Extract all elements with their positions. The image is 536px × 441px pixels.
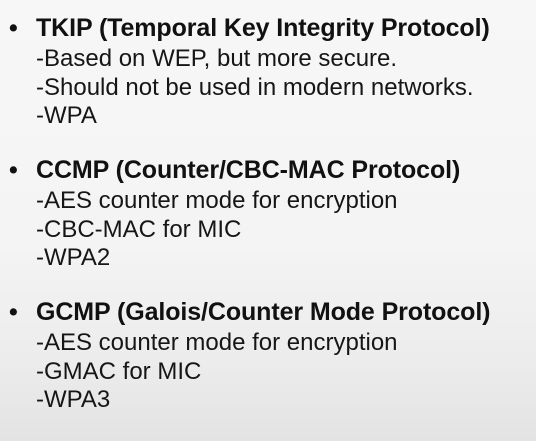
slide: • TKIP (Temporal Key Integrity Protocol)… <box>0 0 536 441</box>
detail-list: -AES counter mode for encryption -GMAC f… <box>36 329 398 415</box>
detail-list: -Based on WEP, but more secure. -Should … <box>36 45 474 131</box>
list-item: -WPA2 <box>36 244 111 271</box>
section-heading: GCMP (Galois/Counter Mode Protocol) <box>36 298 491 326</box>
list-item: -GMAC for MIC <box>36 357 202 385</box>
detail-list: -AES counter mode for encryption -CBC-MA… <box>36 187 398 273</box>
list-item: -AES counter mode for encryption <box>36 329 398 356</box>
section-heading: CCMP (Counter/CBC-MAC Protocol) <box>36 156 461 184</box>
list-item: -Should not be used in modern networks. <box>36 73 474 101</box>
bullet-icon: • <box>9 298 18 326</box>
bullet-icon: • <box>9 156 18 184</box>
list-item: -Based on WEP, but more secure. <box>36 45 398 72</box>
list-item: -CBC-MAC for MIC <box>36 215 242 243</box>
section-heading: TKIP (Temporal Key Integrity Protocol) <box>36 14 490 42</box>
list-item: -WPA3 <box>36 386 111 413</box>
bullet-icon: • <box>9 14 18 42</box>
list-item: -WPA <box>36 102 97 129</box>
list-item: -AES counter mode for encryption <box>36 187 398 214</box>
